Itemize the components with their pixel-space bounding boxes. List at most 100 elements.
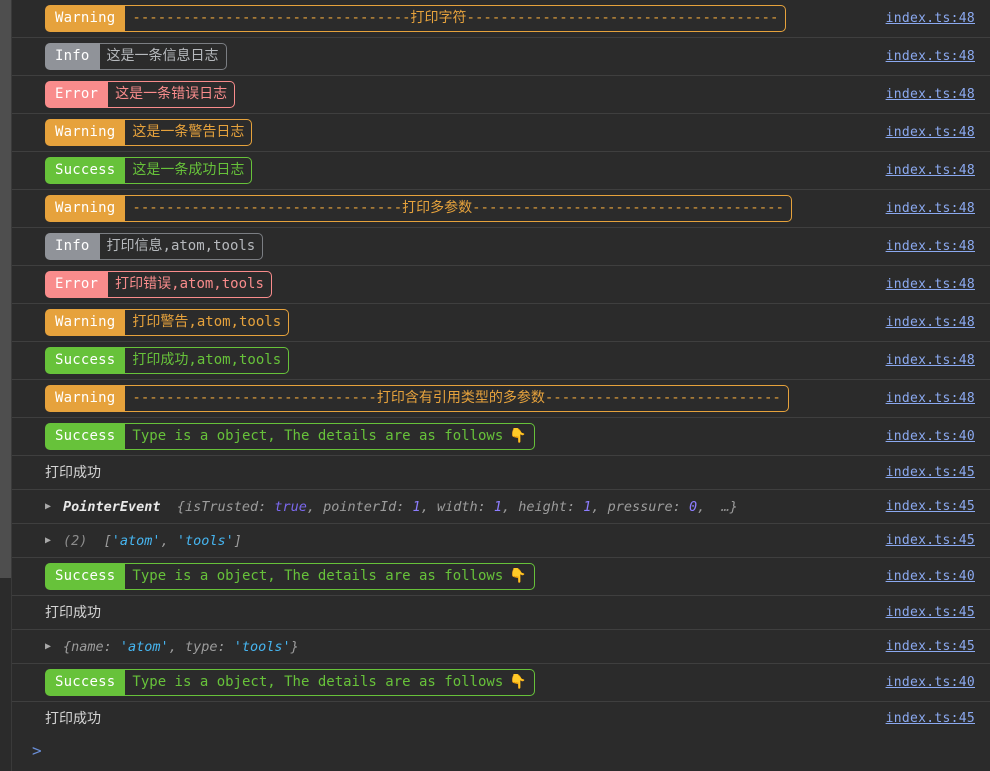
console-row-content: Warning ---------------------------------…	[45, 0, 886, 37]
source-file-link[interactable]: index.ts:48	[886, 239, 990, 254]
console-log-list: Warning ---------------------------------…	[12, 0, 990, 771]
source-file-link[interactable]: index.ts:48	[886, 49, 990, 64]
log-message: 打印错误,atom,tools	[108, 271, 272, 298]
console-log-row: 打印成功 index.ts:45	[12, 595, 990, 630]
console-log-row: Warning-----------------------------打印含有…	[12, 379, 990, 418]
console-row-content: SuccessType is a object, The details are…	[45, 664, 886, 701]
pointing-down-hand-icon: 👇	[503, 673, 526, 692]
source-file-link[interactable]: index.ts:48	[886, 163, 990, 178]
console-log-row: ▶ PointerEvent {isTrusted: true, pointerI…	[12, 489, 990, 524]
log-badge-warning: Warning ---------------------------------…	[45, 5, 786, 32]
source-file-link[interactable]: index.ts:48	[886, 87, 990, 102]
expandable-object-row[interactable]: ▶ (2) ['atom', 'tools']	[45, 531, 242, 551]
object-constructor-name: PointerEvent	[63, 499, 161, 515]
console-log-row: ▶ {name: 'atom', type: 'tools'} index.ts:4…	[12, 629, 990, 664]
console-row-content: Success Type is a object, The details are…	[45, 558, 886, 595]
log-message-text: Type is a object, The details are as fol…	[132, 567, 503, 586]
log-level-tag: Success	[45, 563, 125, 590]
log-message-text: ---------------------------------打印字符---…	[132, 9, 778, 28]
console-row-content: ▶ PointerEvent {isTrusted: true, pointerI…	[45, 492, 886, 522]
console-log-row: Warning ---------------------------------…	[12, 0, 990, 38]
log-message-text: Type is a object, The details are as fol…	[132, 427, 503, 446]
source-file-link[interactable]: index.ts:45	[886, 639, 990, 654]
source-file-link[interactable]: index.ts:40	[886, 569, 990, 584]
expandable-object-row[interactable]: ▶ PointerEvent {isTrusted: true, pointerI…	[45, 497, 738, 517]
log-message-text: --------------------------------打印多参数---…	[132, 199, 784, 218]
console-row-content: Error这是一条错误日志	[45, 76, 886, 113]
console-scrollbar-track[interactable]	[0, 0, 11, 771]
plain-log-text: 打印成功	[45, 709, 101, 729]
object-preview: (2) ['atom', 'tools']	[63, 531, 242, 551]
log-message-text: 这是一条错误日志	[115, 85, 227, 104]
object-preview-body: {name: 'atom', type: 'tools'}	[63, 639, 299, 655]
console-log-row: Success这是一条成功日志 index.ts:48	[12, 151, 990, 190]
object-preview: PointerEvent {isTrusted: true, pointerId…	[63, 497, 738, 517]
source-file-link[interactable]: index.ts:45	[886, 465, 990, 480]
plain-log-text: 打印成功	[45, 463, 101, 483]
console-row-content: 打印成功	[45, 598, 886, 628]
console-row-content: Warning打印警告,atom,tools	[45, 304, 886, 341]
log-message: Type is a object, The details are as fol…	[125, 563, 534, 590]
console-log-row: Warning打印警告,atom,toolsindex.ts:48	[12, 303, 990, 342]
log-message-text: -----------------------------打印含有引用类型的多参…	[132, 389, 780, 408]
console-log-row: Info打印信息,atom,tools index.ts:48	[12, 227, 990, 266]
log-message-text: 这是一条信息日志	[107, 47, 219, 66]
expand-triangle-icon[interactable]: ▶	[45, 501, 58, 513]
chevron-right-icon: >	[32, 741, 42, 760]
console-row-content: Success这是一条成功日志	[45, 152, 886, 189]
log-level-tag: Error	[45, 271, 108, 298]
source-file-link[interactable]: index.ts:48	[886, 353, 990, 368]
source-file-link[interactable]: index.ts:48	[886, 11, 990, 26]
source-file-link[interactable]: index.ts:40	[886, 675, 990, 690]
log-level-tag: Success	[45, 423, 125, 450]
devtools-console-panel: Warning ---------------------------------…	[0, 0, 990, 771]
source-file-link[interactable]: index.ts:48	[886, 125, 990, 140]
source-file-link[interactable]: index.ts:45	[886, 605, 990, 620]
console-scrollbar-thumb[interactable]	[0, 0, 11, 578]
source-file-link[interactable]: index.ts:40	[886, 429, 990, 444]
source-file-link[interactable]: index.ts:45	[886, 533, 990, 548]
object-preview: {name: 'atom', type: 'tools'}	[63, 637, 299, 657]
log-badge-success: Success这是一条成功日志	[45, 157, 252, 184]
log-message-text: Type is a object, The details are as fol…	[132, 673, 503, 692]
log-message-text: 打印警告,atom,tools	[132, 313, 281, 332]
log-message: 这是一条信息日志	[100, 43, 227, 70]
log-level-tag: Warning	[45, 195, 125, 222]
console-log-row: Success打印成功,atom,tools index.ts:48	[12, 341, 990, 380]
source-file-link[interactable]: index.ts:48	[886, 315, 990, 330]
log-badge-success: Success Type is a object, The details are…	[45, 423, 535, 450]
log-level-tag: Success	[45, 157, 125, 184]
plain-log-text: 打印成功	[45, 603, 101, 623]
pointing-down-hand-icon: 👇	[503, 567, 526, 586]
log-level-tag: Warning	[45, 119, 125, 146]
source-file-link[interactable]: index.ts:48	[886, 201, 990, 216]
source-file-link[interactable]: index.ts:48	[886, 391, 990, 406]
console-input-row[interactable]: >	[12, 730, 990, 771]
log-message: ---------------------------------打印字符---…	[125, 5, 786, 32]
log-badge-info: Info这是一条信息日志	[45, 43, 227, 70]
expandable-object-row[interactable]: ▶ {name: 'atom', type: 'tools'}	[45, 637, 299, 657]
object-preview-body: {isTrusted: true, pointerId: 1, width: 1…	[177, 499, 738, 515]
source-file-link[interactable]: index.ts:48	[886, 277, 990, 292]
log-message: 这是一条成功日志	[125, 157, 252, 184]
expand-triangle-icon[interactable]: ▶	[45, 535, 58, 547]
log-badge-warning: Warning 这是一条警告日志	[45, 119, 252, 146]
log-badge-error: Error这是一条错误日志	[45, 81, 235, 108]
source-file-link[interactable]: index.ts:45	[886, 499, 990, 514]
console-row-content: 打印成功	[45, 458, 886, 488]
log-message-text: 这是一条警告日志	[132, 123, 244, 142]
console-row-content: ▶ {name: 'atom', type: 'tools'}	[45, 632, 886, 662]
log-badge-success: Success打印成功,atom,tools	[45, 347, 289, 374]
console-log-row: Success Type is a object, The details are…	[12, 417, 990, 456]
log-level-tag: Warning	[45, 5, 125, 32]
console-log-row: Warning --------------------------------打…	[12, 189, 990, 228]
console-row-content: Warning --------------------------------打…	[45, 190, 886, 227]
log-message: -----------------------------打印含有引用类型的多参…	[125, 385, 788, 412]
log-badge-info: Info打印信息,atom,tools	[45, 233, 263, 260]
source-file-link[interactable]: index.ts:45	[886, 711, 990, 726]
console-row-content: 打印成功	[45, 704, 886, 734]
expand-triangle-icon[interactable]: ▶	[45, 641, 58, 653]
log-message: 这是一条错误日志	[108, 81, 235, 108]
log-badge-warning: Warning --------------------------------打…	[45, 195, 792, 222]
log-message: Type is a object, The details are as fol…	[125, 669, 534, 696]
